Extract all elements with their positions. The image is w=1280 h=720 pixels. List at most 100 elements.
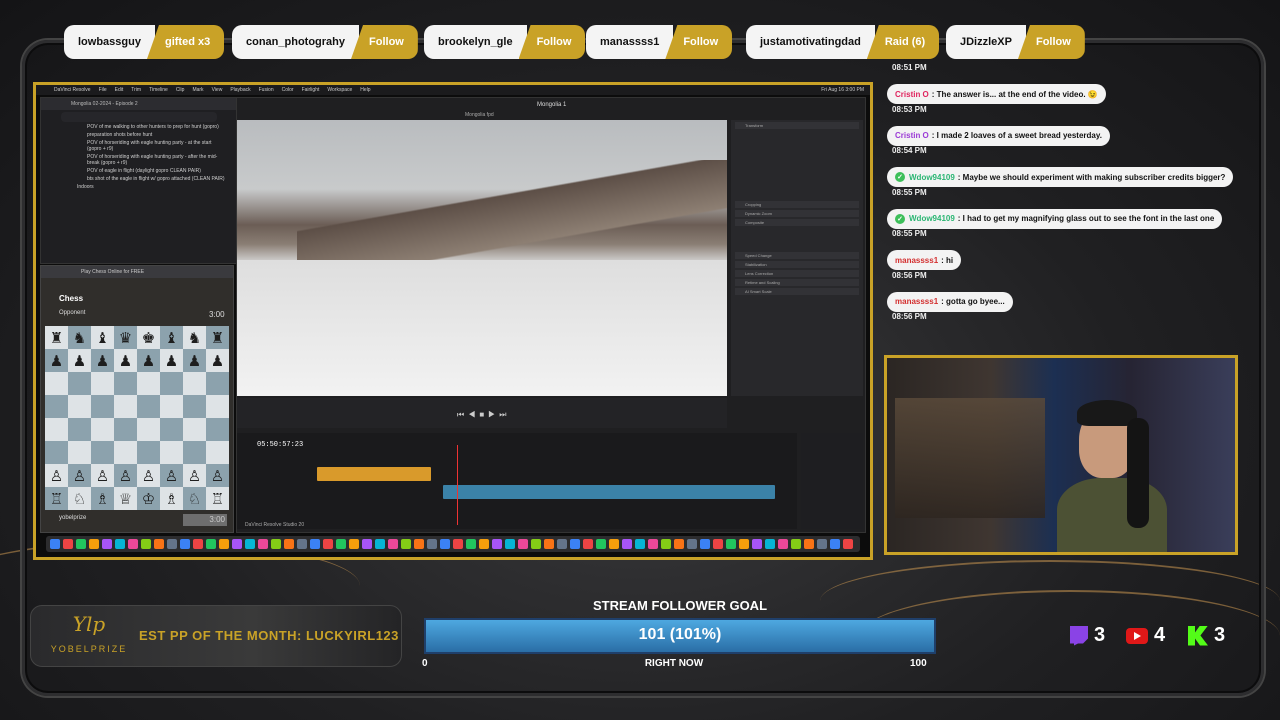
docs-url-bar[interactable]: [61, 112, 217, 122]
chess-square[interactable]: ♙: [183, 464, 206, 487]
dock-app-icon[interactable]: [89, 539, 99, 549]
chess-square[interactable]: ♕: [114, 487, 137, 510]
dock-app-icon[interactable]: [401, 539, 411, 549]
dock-app-icon[interactable]: [440, 539, 450, 549]
dock-app-icon[interactable]: [167, 539, 177, 549]
inspector-section[interactable]: Transform: [735, 122, 859, 129]
menu-item[interactable]: Workspace: [327, 87, 352, 93]
dock-app-icon[interactable]: [375, 539, 385, 549]
dock-app-icon[interactable]: [115, 539, 125, 549]
chess-square[interactable]: [91, 372, 114, 395]
timeline-clip[interactable]: [317, 467, 431, 481]
chess-square[interactable]: ♖: [45, 487, 68, 510]
menu-item[interactable]: Fairlight: [302, 87, 320, 93]
menu-item[interactable]: Clip: [176, 87, 185, 93]
transport-controls[interactable]: ⏮◀■▶⏭: [237, 398, 727, 428]
chess-square[interactable]: ♙: [91, 464, 114, 487]
chess-square[interactable]: ♗: [160, 487, 183, 510]
chess-square[interactable]: [45, 441, 68, 464]
inspector-section[interactable]: Speed Change: [735, 252, 859, 259]
dock-app-icon[interactable]: [206, 539, 216, 549]
chess-square[interactable]: [68, 418, 91, 441]
dock-app-icon[interactable]: [492, 539, 502, 549]
dock-app-icon[interactable]: [518, 539, 528, 549]
chess-square[interactable]: [160, 395, 183, 418]
audio-mixer[interactable]: [801, 433, 863, 529]
chess-square[interactable]: ♙: [137, 464, 160, 487]
dock-app-icon[interactable]: [726, 539, 736, 549]
dock-app-icon[interactable]: [622, 539, 632, 549]
dock-app-icon[interactable]: [349, 539, 359, 549]
chess-square[interactable]: [160, 418, 183, 441]
playback-buttons-icon[interactable]: ⏮◀■▶⏭: [457, 410, 511, 420]
dock-app-icon[interactable]: [76, 539, 86, 549]
dock-app-icon[interactable]: [297, 539, 307, 549]
inspector-section[interactable]: Retime and Scaling: [735, 279, 859, 286]
chess-square[interactable]: ♟: [91, 349, 114, 372]
chess-square[interactable]: [206, 372, 229, 395]
dock-app-icon[interactable]: [50, 539, 60, 549]
menu-item[interactable]: DaVinci Resolve: [54, 87, 91, 93]
chess-square[interactable]: ♟: [206, 349, 229, 372]
chess-square[interactable]: ♟: [68, 349, 91, 372]
dock-app-icon[interactable]: [557, 539, 567, 549]
menu-item[interactable]: Timeline: [149, 87, 168, 93]
chess-square[interactable]: ♝: [160, 326, 183, 349]
dock-app-icon[interactable]: [609, 539, 619, 549]
menu-item[interactable]: File: [99, 87, 107, 93]
menu-item[interactable]: Edit: [115, 87, 124, 93]
chess-square[interactable]: [183, 395, 206, 418]
chess-square[interactable]: ♙: [45, 464, 68, 487]
dock-app-icon[interactable]: [219, 539, 229, 549]
chess-square[interactable]: [206, 395, 229, 418]
chess-square[interactable]: [114, 395, 137, 418]
dock-app-icon[interactable]: [817, 539, 827, 549]
dock-app-icon[interactable]: [63, 539, 73, 549]
menu-item[interactable]: Color: [282, 87, 294, 93]
dock-app-icon[interactable]: [245, 539, 255, 549]
inspector-section[interactable]: AI Smart Scale: [735, 288, 859, 295]
menu-item[interactable]: Mark: [192, 87, 203, 93]
dock-app-icon[interactable]: [362, 539, 372, 549]
dock-app-icon[interactable]: [336, 539, 346, 549]
dock-app-icon[interactable]: [193, 539, 203, 549]
dock-app-icon[interactable]: [544, 539, 554, 549]
dock-app-icon[interactable]: [388, 539, 398, 549]
chess-square[interactable]: [114, 441, 137, 464]
dock-app-icon[interactable]: [154, 539, 164, 549]
inspector-section[interactable]: Composite: [735, 219, 859, 226]
dock-app-icon[interactable]: [128, 539, 138, 549]
chess-square[interactable]: ♝: [91, 326, 114, 349]
timeline[interactable]: [237, 433, 797, 529]
chess-square[interactable]: ♙: [68, 464, 91, 487]
dock-app-icon[interactable]: [804, 539, 814, 549]
dock-app-icon[interactable]: [232, 539, 242, 549]
dock-app-icon[interactable]: [479, 539, 489, 549]
chess-square[interactable]: ♛: [114, 326, 137, 349]
chess-square[interactable]: ♞: [183, 326, 206, 349]
chess-square[interactable]: [45, 418, 68, 441]
chess-square[interactable]: ♜: [206, 326, 229, 349]
chess-square[interactable]: ♞: [68, 326, 91, 349]
dock-app-icon[interactable]: [700, 539, 710, 549]
chess-tab[interactable]: Play Chess Online for FREE: [41, 266, 233, 278]
chess-logo[interactable]: Chess: [59, 294, 83, 303]
dock-app-icon[interactable]: [739, 539, 749, 549]
dock-app-icon[interactable]: [830, 539, 840, 549]
chess-square[interactable]: [137, 418, 160, 441]
dock-app-icon[interactable]: [687, 539, 697, 549]
dock-app-icon[interactable]: [427, 539, 437, 549]
menu-item[interactable]: View: [212, 87, 223, 93]
menu-item[interactable]: Trim: [131, 87, 141, 93]
chess-square[interactable]: ♙: [206, 464, 229, 487]
chess-square[interactable]: [183, 372, 206, 395]
chess-square[interactable]: [183, 441, 206, 464]
chess-square[interactable]: [137, 395, 160, 418]
chess-square[interactable]: [206, 441, 229, 464]
dock-app-icon[interactable]: [648, 539, 658, 549]
chess-square[interactable]: ♘: [68, 487, 91, 510]
chess-square[interactable]: [91, 395, 114, 418]
chess-square[interactable]: [137, 372, 160, 395]
dock-app-icon[interactable]: [102, 539, 112, 549]
inspector-section[interactable]: Lens Correction: [735, 270, 859, 277]
